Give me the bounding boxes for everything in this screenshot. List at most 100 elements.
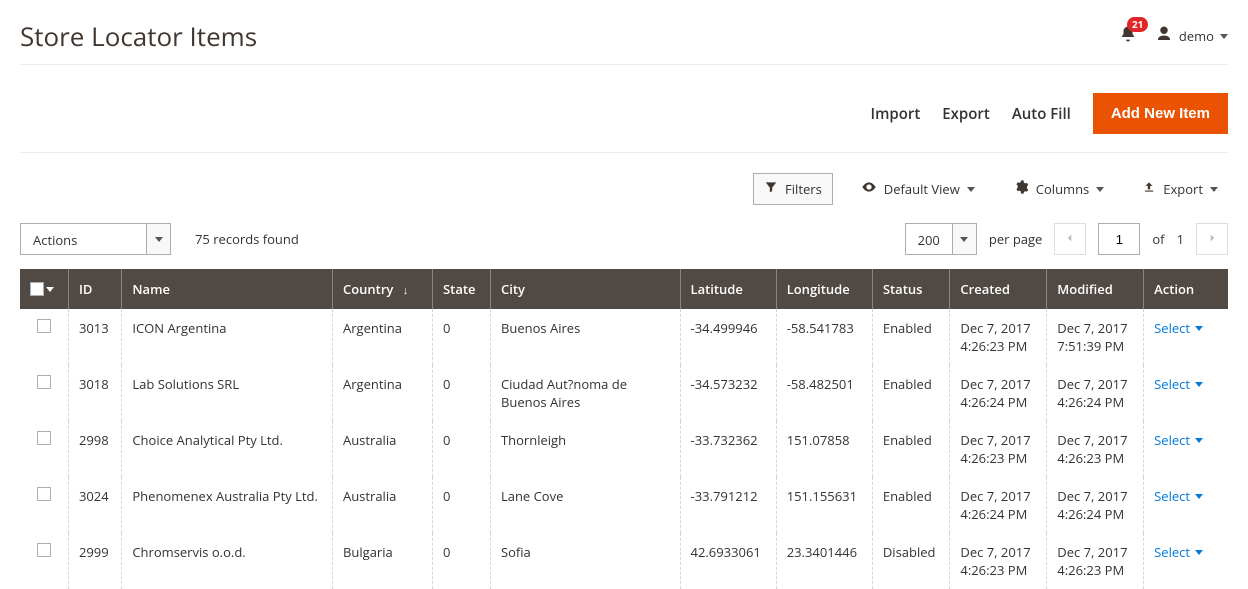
export-button[interactable]: Export <box>942 104 990 124</box>
chevron-down-icon <box>1195 326 1203 331</box>
table-header-row: ID Name Country ↓ State City Latitude Lo… <box>20 269 1228 309</box>
row-action-select[interactable]: Select <box>1154 431 1218 449</box>
records-found-label: 75 records found <box>195 230 299 248</box>
row-action-select[interactable]: Select <box>1154 375 1218 393</box>
notifications-badge: 21 <box>1127 17 1148 32</box>
cell: 3013 <box>68 309 121 365</box>
row-action-select[interactable]: Select <box>1154 319 1218 337</box>
chevron-left-icon <box>1065 230 1075 248</box>
person-icon <box>1155 25 1173 47</box>
total-pages: 1 <box>1177 230 1184 248</box>
user-label: demo <box>1179 27 1214 45</box>
cell: Dec 7, 2017 4:26:24 PM <box>1047 477 1144 533</box>
row-action-select[interactable]: Select <box>1154 543 1218 561</box>
cell: Dec 7, 2017 4:26:24 PM <box>950 477 1047 533</box>
columns-button[interactable]: Columns <box>1003 173 1114 205</box>
page-size-dropdown[interactable]: 200 <box>905 223 977 255</box>
row-checkbox[interactable] <box>37 431 51 445</box>
cell: Chromservis o.o.d. <box>122 533 333 589</box>
default-view-button[interactable]: Default View <box>851 173 985 205</box>
cell: Select <box>1144 309 1228 365</box>
cell: -33.791212 <box>680 477 776 533</box>
current-page-input[interactable] <box>1098 223 1140 255</box>
cell: Lane Cove <box>490 477 680 533</box>
cell: Bulgaria <box>332 533 432 589</box>
cell: Enabled <box>872 477 950 533</box>
cell: Select <box>1144 477 1228 533</box>
export-grid-label: Export <box>1163 180 1203 198</box>
sort-arrow-icon: ↓ <box>403 283 409 298</box>
cell: Australia <box>332 477 432 533</box>
col-modified[interactable]: Modified <box>1047 269 1144 309</box>
cell: 0 <box>433 309 491 365</box>
table-row[interactable]: 3013ICON ArgentinaArgentina0Buenos Aires… <box>20 309 1228 365</box>
user-menu[interactable]: demo <box>1155 25 1228 47</box>
cell <box>20 477 68 533</box>
cell: -34.499946 <box>680 309 776 365</box>
cell: Sofia <box>490 533 680 589</box>
filters-button[interactable]: Filters <box>753 173 833 205</box>
cell: Dec 7, 2017 4:26:23 PM <box>950 533 1047 589</box>
cell: Argentina <box>332 309 432 365</box>
import-button[interactable]: Import <box>871 104 921 124</box>
cell: Choice Analytical Pty Ltd. <box>122 421 333 477</box>
col-latitude[interactable]: Latitude <box>680 269 776 309</box>
chevron-down-icon <box>1195 550 1203 555</box>
row-action-select[interactable]: Select <box>1154 487 1218 505</box>
pager-next-button[interactable] <box>1196 223 1228 255</box>
table-row[interactable]: 2999Chromservis o.o.d.Bulgaria0Sofia42.6… <box>20 533 1228 589</box>
upload-icon <box>1142 180 1156 198</box>
table-row[interactable]: 3018Lab Solutions SRLArgentina0Ciudad Au… <box>20 365 1228 421</box>
col-city[interactable]: City <box>490 269 680 309</box>
row-checkbox[interactable] <box>37 375 51 389</box>
table-row[interactable]: 3024Phenomenex Australia Pty Ltd.Austral… <box>20 477 1228 533</box>
cell: 151.155631 <box>776 477 872 533</box>
cell <box>20 533 68 589</box>
col-name[interactable]: Name <box>122 269 333 309</box>
cell: Australia <box>332 421 432 477</box>
row-checkbox[interactable] <box>37 319 51 333</box>
cell: 2998 <box>68 421 121 477</box>
cell: 0 <box>433 477 491 533</box>
pager-prev-button[interactable] <box>1054 223 1086 255</box>
row-checkbox[interactable] <box>37 543 51 557</box>
col-action: Action <box>1144 269 1228 309</box>
page-size-value: 200 <box>906 224 952 254</box>
chevron-down-icon <box>1195 494 1203 499</box>
table-row[interactable]: 2998Choice Analytical Pty Ltd.Australia0… <box>20 421 1228 477</box>
cell <box>20 309 68 365</box>
of-label: of <box>1152 230 1164 248</box>
cell: 2999 <box>68 533 121 589</box>
col-id[interactable]: ID <box>68 269 121 309</box>
auto-fill-button[interactable]: Auto Fill <box>1012 104 1071 124</box>
items-table: ID Name Country ↓ State City Latitude Lo… <box>20 269 1228 589</box>
add-new-item-button[interactable]: Add New Item <box>1093 93 1228 134</box>
filters-label: Filters <box>785 180 822 198</box>
notifications-button[interactable]: 21 <box>1119 25 1137 47</box>
actions-dropdown[interactable]: Actions <box>20 223 171 255</box>
export-grid-button[interactable]: Export <box>1132 174 1228 204</box>
chevron-down-icon <box>1096 187 1104 192</box>
col-state[interactable]: State <box>433 269 491 309</box>
cell: 3024 <box>68 477 121 533</box>
funnel-icon <box>764 180 778 198</box>
cell: 0 <box>433 365 491 421</box>
col-country[interactable]: Country ↓ <box>332 269 432 309</box>
cell: Lab Solutions SRL <box>122 365 333 421</box>
cell: Dec 7, 2017 4:26:23 PM <box>950 309 1047 365</box>
cell: Ciudad Aut?noma de Buenos Aires <box>490 365 680 421</box>
cell: 42.6933061 <box>680 533 776 589</box>
chevron-down-icon <box>960 237 968 242</box>
cell: Select <box>1144 421 1228 477</box>
cell: -33.732362 <box>680 421 776 477</box>
col-longitude[interactable]: Longitude <box>776 269 872 309</box>
row-checkbox[interactable] <box>37 487 51 501</box>
col-checkbox[interactable] <box>20 269 68 309</box>
col-status[interactable]: Status <box>872 269 950 309</box>
cell <box>20 365 68 421</box>
cell: Select <box>1144 365 1228 421</box>
col-created[interactable]: Created <box>950 269 1047 309</box>
cell: Dec 7, 2017 4:26:23 PM <box>1047 533 1144 589</box>
cell: 151.07858 <box>776 421 872 477</box>
columns-label: Columns <box>1036 180 1089 198</box>
